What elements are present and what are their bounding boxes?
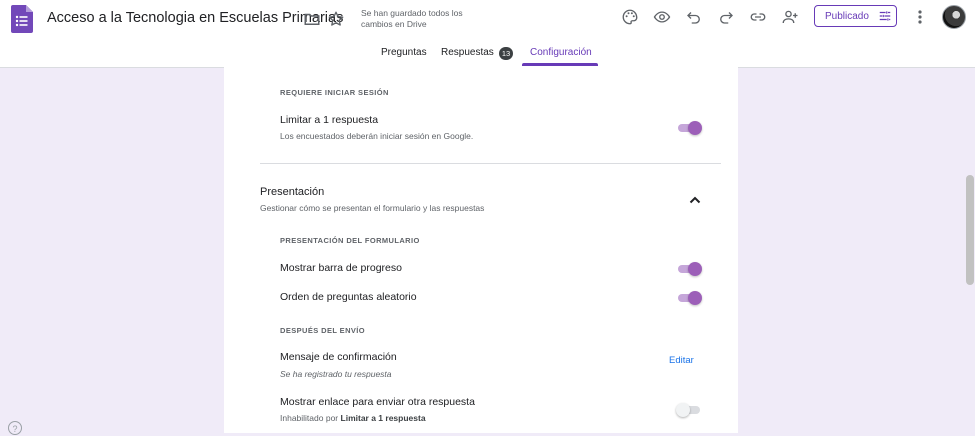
app-header: Acceso a la Tecnologia en Escuelas Prima… [0, 0, 975, 68]
section-divider [260, 163, 721, 164]
tune-icon [879, 11, 891, 21]
confirmation-message-text: Se ha registrado tu respuesta [280, 369, 392, 379]
active-tab-indicator [522, 63, 598, 66]
settings-panel: REQUIERE INICIAR SESIÓN Limitar a 1 resp… [224, 67, 738, 433]
chevron-up-icon[interactable] [687, 193, 703, 207]
forms-logo-icon[interactable] [11, 5, 33, 33]
save-status: Se han guardado todos los cambios en Dri… [361, 8, 463, 29]
undo-icon[interactable] [685, 8, 703, 26]
login-required-caption: REQUIERE INICIAR SESIÓN [280, 88, 389, 97]
form-presentation-caption: PRESENTACIÓN DEL FORMULARIO [280, 236, 420, 245]
shuffle-questions-title: Orden de preguntas aleatorio [280, 291, 417, 303]
folder-icon[interactable] [303, 10, 321, 28]
document-title[interactable]: Acceso a la Tecnologia en Escuelas Prima… [47, 10, 343, 26]
published-button[interactable]: Publicado [814, 5, 897, 27]
resubmit-subtitle-prefix: Inhabilitado por [280, 413, 339, 423]
published-label: Publicado [825, 10, 869, 22]
responses-count-badge: 13 [499, 47, 513, 60]
redo-icon[interactable] [717, 8, 735, 26]
tab-responses[interactable]: Respuestas [441, 47, 494, 58]
resubmit-link-title: Mostrar enlace para enviar otra respuest… [280, 396, 475, 408]
tab-bar: Preguntas Respuestas 13 Configuración [0, 42, 975, 67]
presentation-subtitle: Gestionar cómo se presentan el formulari… [260, 203, 485, 213]
eye-preview-icon[interactable] [653, 8, 671, 26]
add-person-icon[interactable] [781, 8, 799, 26]
progress-bar-title: Mostrar barra de progreso [280, 262, 402, 274]
shuffle-questions-toggle[interactable] [676, 290, 702, 306]
star-icon[interactable] [327, 10, 345, 28]
limit-one-title: Limitar a 1 respuesta [280, 114, 379, 126]
palette-icon[interactable] [621, 8, 639, 26]
scrollbar-thumb[interactable] [966, 175, 974, 285]
presentation-title: Presentación [260, 186, 325, 198]
progress-bar-toggle[interactable] [676, 261, 702, 277]
confirmation-message-title: Mensaje de confirmación [280, 351, 397, 363]
after-submit-caption: DESPUÉS DEL ENVÍO [280, 326, 366, 335]
limit-one-toggle[interactable] [676, 120, 702, 136]
resubmit-link-toggle[interactable] [676, 402, 702, 418]
resubmit-subtitle-bold: Limitar a 1 respuesta [340, 413, 426, 423]
resubmit-link-subtitle: Inhabilitado por Limitar a 1 respuesta [280, 413, 426, 423]
tab-settings[interactable]: Configuración [530, 47, 592, 58]
link-icon[interactable] [749, 8, 767, 26]
limit-one-subtitle: Los encuestados deberán iniciar sesión e… [280, 131, 474, 141]
more-vert-icon[interactable] [912, 8, 928, 26]
tab-questions[interactable]: Preguntas [381, 47, 427, 58]
edit-confirmation-button[interactable]: Editar [669, 355, 694, 366]
avatar[interactable] [942, 5, 966, 29]
